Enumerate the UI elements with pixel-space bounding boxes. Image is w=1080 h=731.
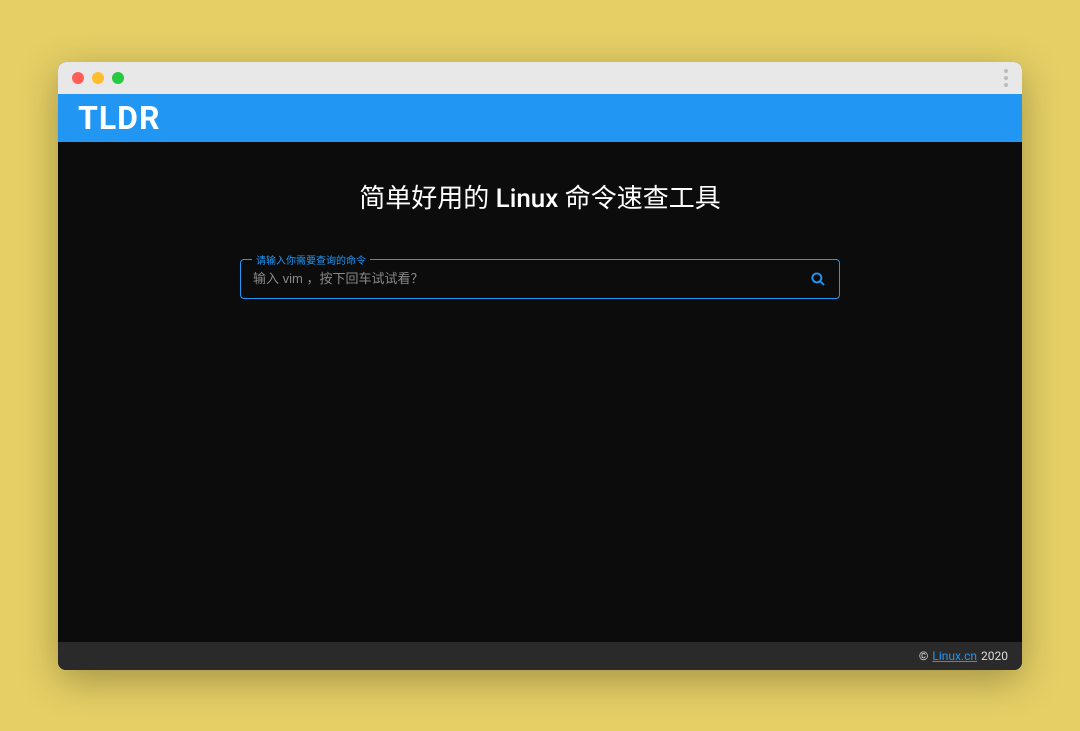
footer: © Linux.cn 2020: [58, 642, 1022, 670]
search-wrapper: 请输入你需要查询的命令: [240, 259, 840, 299]
footer-year: 2020: [981, 649, 1008, 663]
app-header: TLDR: [58, 94, 1022, 142]
browser-titlebar: [58, 62, 1022, 94]
search-legend: 请输入你需要查询的命令: [252, 252, 370, 267]
minimize-window-button[interactable]: [92, 72, 104, 84]
logo: TLDR: [78, 99, 160, 137]
search-icon[interactable]: [809, 270, 827, 288]
browser-menu-button[interactable]: [1004, 69, 1008, 87]
footer-link[interactable]: Linux.cn: [932, 649, 977, 663]
search-input[interactable]: [253, 271, 809, 286]
main-content: 简单好用的 Linux 命令速查工具 请输入你需要查询的命令: [58, 142, 1022, 642]
browser-window: TLDR 简单好用的 Linux 命令速查工具 请输入你需要查询的命令 © Li…: [58, 62, 1022, 670]
copyright-symbol: ©: [919, 649, 928, 663]
window-controls: [72, 72, 124, 84]
page-title: 简单好用的 Linux 命令速查工具: [359, 178, 721, 215]
close-window-button[interactable]: [72, 72, 84, 84]
maximize-window-button[interactable]: [112, 72, 124, 84]
